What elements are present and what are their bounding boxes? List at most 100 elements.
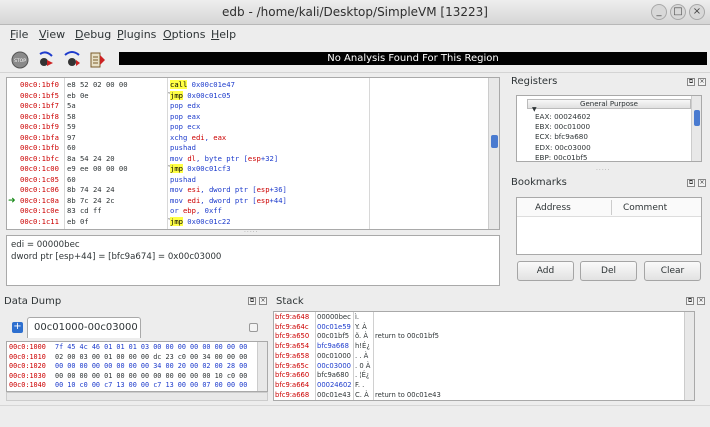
stack-row[interactable]: bfc9:a648 00000bec ì. xyxy=(274,313,684,323)
disassembly-row[interactable]: 00c0:1bf7 5a pop edx xyxy=(7,101,489,112)
delete-bookmark-button[interactable]: Del xyxy=(580,261,637,281)
data-dump-view[interactable]: 00c0:1000 7f 45 4c 46 01 01 01 03 00 00 0… xyxy=(6,341,268,392)
add-tab-icon[interactable]: + xyxy=(12,322,23,333)
step-icon[interactable] xyxy=(62,50,82,70)
float-icon[interactable]: ⧉ xyxy=(687,179,695,187)
instruction-text: xchg edi, eax xyxy=(170,133,226,144)
window-title: edb - /home/kali/Desktop/SimpleVM [13223… xyxy=(222,5,488,19)
dump-horizontal-scrollbar[interactable] xyxy=(6,392,268,401)
dump-tab[interactable]: 00c01000-00c03000 xyxy=(27,317,141,338)
close-button[interactable]: × xyxy=(689,4,705,20)
instruction-token: jmp xyxy=(170,164,183,173)
instruction-token: mov xyxy=(170,153,188,163)
disassembly-view[interactable]: 00c0:1bf0 e8 52 02 00 00 call 0x00c01e47 00… xyxy=(6,77,500,230)
disassembly-row[interactable]: 00c0:1bf9 59 pop ecx xyxy=(7,122,489,133)
stack-row[interactable]: bfc9:a668 00c01e43 C. À return to 00c01e43 xyxy=(274,391,684,400)
instruction-bytes: 8b 74 24 24 xyxy=(67,185,115,194)
menu-view[interactable]: View xyxy=(39,28,65,41)
close-icon[interactable]: × xyxy=(698,78,706,86)
close-icon[interactable]: × xyxy=(697,297,705,305)
dump-hex: 00 00 00 00 01 00 00 00 00 00 00 00 00 1… xyxy=(55,371,248,380)
disassembly-scrollbar[interactable] xyxy=(488,78,499,229)
register-row[interactable]: EBX: 00c01000 xyxy=(535,122,590,131)
add-bookmark-button[interactable]: Add xyxy=(517,261,574,281)
disassembly-row[interactable]: 00c0:1c00 e9 ee 00 00 00 jmp 0x00c01cf3 ˇ xyxy=(7,164,489,175)
minimize-button[interactable]: _ xyxy=(651,4,667,20)
registers-view[interactable]: ▼ General Purpose EAX: 00024602 EBX: 00c01… xyxy=(516,95,702,162)
register-row[interactable]: EDX: 00c03000 xyxy=(535,143,591,152)
instruction-address: 00c0:1c11 xyxy=(20,216,59,226)
stack-row[interactable]: bfc9:a658 00c01000. . À xyxy=(274,352,684,362)
instruction-text: jmp 0x00c01c22 xyxy=(170,216,231,228)
instruction-bytes: e9 ee 00 00 00 xyxy=(67,164,128,173)
disassembly-row[interactable]: 00c0:1bf8 58 pop eax xyxy=(7,112,489,123)
instruction-address: 00c0:1bf5 xyxy=(20,90,59,100)
disassembly-row[interactable]: 00c0:1bf5 eb 0e jmp 0x00c01c05 ˇ xyxy=(7,90,489,102)
disassembly-row[interactable]: 00c0:1bfc 8a 54 24 20 mov dl, byte ptr [es… xyxy=(7,154,489,165)
disassembly-row[interactable]: 00c0:1c05 60 pushad xyxy=(7,175,489,186)
dump-row[interactable]: 00c0:1040 00 10 c0 00 c7 13 00 00 c7 13 0… xyxy=(7,381,257,391)
float-icon[interactable]: ⧉ xyxy=(686,297,694,305)
clear-bookmarks-button[interactable]: Clear xyxy=(644,261,701,281)
float-icon[interactable]: ⧉ xyxy=(248,297,256,305)
dump-address: 00c0:1010 xyxy=(9,352,46,361)
menu-file[interactable]: File xyxy=(10,28,28,41)
stack-view[interactable]: bfc9:a648 00000bec ì. bfc9:a64c 00c01e59 Y. À… xyxy=(273,311,695,401)
dump-row[interactable]: 00c0:1010 02 00 03 00 01 00 00 00 dc 23 c… xyxy=(7,353,257,363)
dump-row[interactable]: 00c0:1020 00 00 00 00 00 00 00 00 34 00 2… xyxy=(7,362,257,372)
column-header-comment[interactable]: Comment xyxy=(623,203,667,213)
scrollbar-thumb[interactable] xyxy=(491,135,498,148)
column-header-address[interactable]: Address xyxy=(535,203,571,213)
instruction-token: , 0xff xyxy=(195,206,222,215)
close-icon[interactable]: × xyxy=(259,297,267,305)
registers-scrollbar[interactable] xyxy=(691,96,701,161)
disassembly-row[interactable]: 00c0:1bf0 e8 52 02 00 00 call 0x00c01e47 xyxy=(7,80,489,91)
scrollbar-thumb[interactable] xyxy=(694,110,700,126)
disassembly-row[interactable]: 00c0:1c06 8b 74 24 24 mov esi, dword ptr [… xyxy=(7,185,489,196)
dump-address: 00c0:1000 xyxy=(9,343,46,351)
info-line-1: edi = 00000bec xyxy=(11,240,80,250)
menu-debug[interactable]: Debug xyxy=(75,28,111,41)
menu-plugins[interactable]: Plugins xyxy=(117,28,156,41)
instruction-token: pushad xyxy=(170,143,196,152)
register-row[interactable]: EBP: 00c01bf5 xyxy=(535,153,587,162)
instruction-token: pop eax xyxy=(170,111,201,121)
disassembly-row[interactable]: 00c0:1c0a 8b 7c 24 2c mov edi, dword ptr [… xyxy=(7,196,489,207)
close-tab-icon[interactable] xyxy=(249,323,258,332)
stack-row[interactable]: bfc9:a664 00024602 F. . xyxy=(274,381,684,391)
instruction-bytes: 60 xyxy=(67,174,76,184)
general-purpose-group[interactable]: ▼ General Purpose xyxy=(527,99,691,113)
instruction-bytes: 97 xyxy=(67,132,76,142)
stack-row[interactable]: bfc9:a65c 00c03000. 0 À xyxy=(274,362,684,372)
maximize-button[interactable]: □ xyxy=(670,4,686,20)
stack-row[interactable]: bfc9:a64c 00c01e59 Y. À xyxy=(274,323,684,333)
disassembly-row[interactable]: 00c0:1c11 eb 0f jmp 0x00c01c22 ˇ xyxy=(7,216,489,228)
dump-scrollbar[interactable] xyxy=(257,342,267,391)
register-row[interactable]: ECX: bfc9a680 xyxy=(535,132,588,141)
dump-row[interactable]: 00c0:1000 7f 45 4c 46 01 01 01 03 00 00 0… xyxy=(7,343,257,353)
stack-row[interactable]: bfc9:a660 bfc9a680 . ¦É¿ xyxy=(274,371,684,381)
float-icon[interactable]: ⧉ xyxy=(687,78,695,86)
pause-icon[interactable] xyxy=(88,50,108,70)
stack-ascii: õ. À xyxy=(355,332,369,341)
dump-row[interactable]: 00c0:1030 00 00 00 00 01 00 00 00 00 00 0… xyxy=(7,372,257,382)
disassembly-row[interactable]: 00c0:1c0e 83 cd ff or ebp, 0xff xyxy=(7,206,489,217)
stack-row[interactable]: bfc9:a650 00c01bf5 õ. À return to 00c01bf5 xyxy=(274,332,684,342)
stack-value: 00c01000 xyxy=(317,351,352,360)
window-titlebar[interactable]: edb - /home/kali/Desktop/SimpleVM [13223… xyxy=(0,0,710,25)
menu-options[interactable]: Options xyxy=(163,28,205,41)
disassembly-row[interactable]: 00c0:1bfa 97 xchg edi, eax xyxy=(7,133,489,144)
menu-help[interactable]: Help xyxy=(211,28,236,41)
bookmarks-table[interactable]: Address Comment xyxy=(516,197,702,255)
splitter-handle[interactable]: ····· xyxy=(596,167,611,174)
disassembly-row[interactable]: 00c0:1bfb 60 pushad xyxy=(7,143,489,154)
info-line-2: dword ptr [esp+44] = [bfc9a674] = 0x00c0… xyxy=(11,252,222,262)
run-icon[interactable] xyxy=(36,50,56,70)
close-icon[interactable]: × xyxy=(698,179,706,187)
instruction-token: , byte ptr [ xyxy=(195,153,248,163)
stack-row[interactable]: bfc9:a654 bfc9a668 h!É¿ xyxy=(274,342,684,352)
stack-scrollbar[interactable] xyxy=(684,312,694,400)
instruction-address: 00c0:1bf0 xyxy=(20,80,59,89)
register-row[interactable]: EAX: 00024602 xyxy=(535,112,591,121)
stop-icon[interactable]: STOP xyxy=(10,50,30,70)
